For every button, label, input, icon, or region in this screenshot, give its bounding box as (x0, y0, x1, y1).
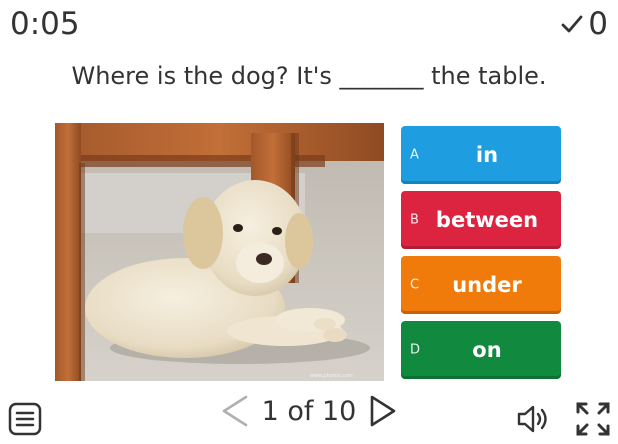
option-c-button[interactable]: C under (401, 256, 561, 314)
option-label: in (475, 143, 499, 167)
checkmark-icon (560, 12, 584, 36)
option-label: on (472, 338, 502, 362)
next-arrow-icon[interactable] (368, 394, 398, 428)
footer-bar: 1 of 10 (0, 388, 618, 444)
fullscreen-icon[interactable] (574, 400, 612, 438)
score-display: 0 (560, 6, 608, 42)
timer: 0:05 (10, 6, 80, 42)
option-label: under (452, 273, 522, 297)
puppy-under-table-photo: www.photos.com (55, 123, 384, 381)
option-d-button[interactable]: D on (401, 321, 561, 379)
speaker-icon[interactable] (515, 402, 553, 436)
previous-arrow-icon[interactable] (220, 394, 250, 428)
option-b-button[interactable]: B between (401, 191, 561, 249)
score-value: 0 (588, 6, 608, 42)
option-label: between (435, 208, 539, 232)
option-a-button[interactable]: A in (401, 126, 561, 184)
watermark-text: www.photos.com (310, 373, 353, 379)
answer-options: A in B between C under D on (401, 126, 561, 386)
question-text: Where is the dog? It's _______ the table… (71, 62, 547, 90)
page-indicator: 1 of 10 (261, 395, 357, 427)
